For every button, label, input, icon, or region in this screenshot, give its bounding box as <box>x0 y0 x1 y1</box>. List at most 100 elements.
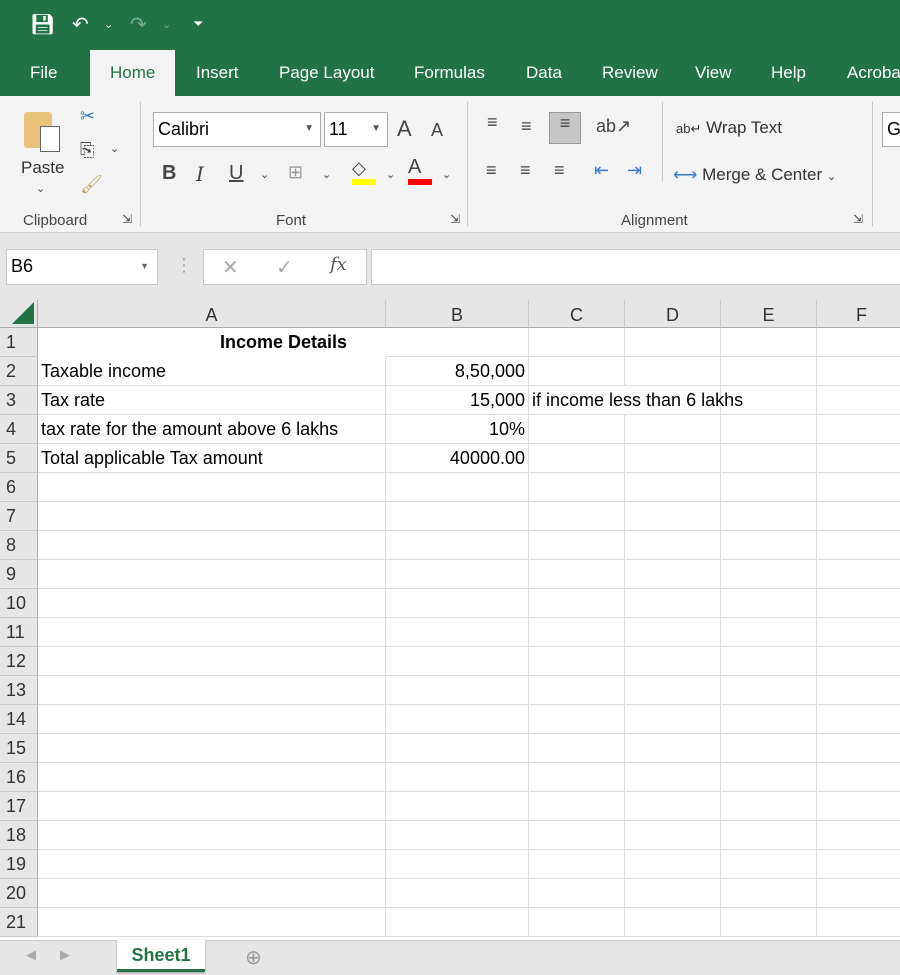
borders-icon[interactable]: ⊞ <box>288 162 303 183</box>
cell-F9[interactable] <box>817 560 900 589</box>
row-header[interactable]: 2 <box>0 357 38 386</box>
paste-dropdown-icon[interactable]: ⌄ <box>36 182 45 195</box>
column-header-D[interactable]: D <box>625 300 721 328</box>
cell-A17[interactable] <box>38 792 386 821</box>
cell-D14[interactable] <box>625 705 721 734</box>
cell-A15[interactable] <box>38 734 386 763</box>
cell-E6[interactable] <box>721 473 817 502</box>
row-header[interactable]: 1 <box>0 328 38 357</box>
copy-dropdown-icon[interactable]: ⌄ <box>110 142 119 155</box>
cell-D5[interactable] <box>625 444 721 473</box>
cell-F11[interactable] <box>817 618 900 647</box>
cell-A1[interactable]: Income Details <box>38 328 529 357</box>
tab-page-layout[interactable]: Page Layout <box>279 50 374 96</box>
row-header[interactable]: 7 <box>0 502 38 531</box>
cell-A20[interactable] <box>38 879 386 908</box>
decrease-font-size-icon[interactable]: A <box>431 120 443 141</box>
cell-B7[interactable] <box>386 502 529 531</box>
cell-C8[interactable] <box>529 531 625 560</box>
cell-D6[interactable] <box>625 473 721 502</box>
cell-F12[interactable] <box>817 647 900 676</box>
cell-C11[interactable] <box>529 618 625 647</box>
cell-E7[interactable] <box>721 502 817 531</box>
cell-B21[interactable] <box>386 908 529 937</box>
cell-B20[interactable] <box>386 879 529 908</box>
row-header[interactable]: 16 <box>0 763 38 792</box>
cell-F6[interactable] <box>817 473 900 502</box>
cell-A18[interactable] <box>38 821 386 850</box>
cell-C16[interactable] <box>529 763 625 792</box>
row-header[interactable]: 20 <box>0 879 38 908</box>
row-header[interactable]: 4 <box>0 415 38 444</box>
cell-D2[interactable] <box>625 357 721 386</box>
cell-F7[interactable] <box>817 502 900 531</box>
cell-D20[interactable] <box>625 879 721 908</box>
sheet-tab-sheet1[interactable]: Sheet1 <box>117 940 205 972</box>
cell-D9[interactable] <box>625 560 721 589</box>
cell-A21[interactable] <box>38 908 386 937</box>
name-box[interactable]: B6 ▼ <box>6 249 158 285</box>
cell-E19[interactable] <box>721 850 817 879</box>
cell-A2[interactable]: Taxable income <box>38 357 386 386</box>
cell-B13[interactable] <box>386 676 529 705</box>
cell-F17[interactable] <box>817 792 900 821</box>
insert-function-button[interactable]: fx <box>330 254 347 275</box>
tab-review[interactable]: Review <box>602 50 658 96</box>
customize-icon[interactable]: ⏷ <box>193 17 203 32</box>
cell-C12[interactable] <box>529 647 625 676</box>
column-header-C[interactable]: C <box>529 300 625 328</box>
font-size-select[interactable]: 11 ▼ <box>324 112 388 147</box>
cell-A9[interactable] <box>38 560 386 589</box>
tab-data[interactable]: Data <box>526 50 562 96</box>
cell-E4[interactable] <box>721 415 817 444</box>
tab-help[interactable]: Help <box>771 50 806 96</box>
cell-A10[interactable] <box>38 589 386 618</box>
cell-E8[interactable] <box>721 531 817 560</box>
align-center-icon[interactable]: ≡ <box>520 160 531 181</box>
paste-button[interactable]: Paste ⌄ <box>18 106 66 206</box>
cell-A3[interactable]: Tax rate <box>38 386 386 415</box>
undo-dropdown-icon[interactable]: ⌄ <box>104 18 113 31</box>
number-format-select[interactable]: G <box>882 112 900 147</box>
clipboard-launcher-icon[interactable]: ⇲ <box>122 212 132 226</box>
cell-C19[interactable] <box>529 850 625 879</box>
cell-C1[interactable] <box>529 328 625 357</box>
tab-acrobat[interactable]: Acroba <box>847 50 900 96</box>
column-header-A[interactable]: A <box>38 300 386 328</box>
cell-F16[interactable] <box>817 763 900 792</box>
row-header[interactable]: 15 <box>0 734 38 763</box>
row-header[interactable]: 6 <box>0 473 38 502</box>
tab-formulas[interactable]: Formulas <box>414 50 485 96</box>
cell-E20[interactable] <box>721 879 817 908</box>
tab-insert[interactable]: Insert <box>196 50 239 96</box>
align-right-icon[interactable]: ≡ <box>554 160 565 181</box>
cell-B3[interactable]: 15,000 <box>386 386 529 415</box>
cut-icon[interactable]: ✂ <box>80 106 95 127</box>
copy-icon[interactable]: ⎘ <box>80 140 94 161</box>
cell-F18[interactable] <box>817 821 900 850</box>
cell-E9[interactable] <box>721 560 817 589</box>
cell-D18[interactable] <box>625 821 721 850</box>
cell-E12[interactable] <box>721 647 817 676</box>
font-name-select[interactable]: Calibri ▼ <box>153 112 321 147</box>
enter-icon[interactable]: ✓ <box>276 255 293 279</box>
row-header[interactable]: 19 <box>0 850 38 879</box>
decrease-indent-icon[interactable]: ⇤ <box>594 160 609 181</box>
cell-F4[interactable] <box>817 415 900 444</box>
redo-icon[interactable]: ↷ <box>130 12 147 36</box>
cell-F8[interactable] <box>817 531 900 560</box>
save-icon[interactable]: 💾︎ <box>30 12 55 36</box>
cell-F19[interactable] <box>817 850 900 879</box>
align-top-icon[interactable]: ≡ <box>487 112 498 133</box>
cell-E1[interactable] <box>721 328 817 357</box>
cell-B8[interactable] <box>386 531 529 560</box>
cell-B4[interactable]: 10% <box>386 415 529 444</box>
cell-E10[interactable] <box>721 589 817 618</box>
row-header[interactable]: 5 <box>0 444 38 473</box>
cell-C18[interactable] <box>529 821 625 850</box>
cell-B5[interactable]: 40000.00 <box>386 444 529 473</box>
scroll-right-icon[interactable]: ▶ <box>60 948 70 963</box>
row-header[interactable]: 11 <box>0 618 38 647</box>
cell-B12[interactable] <box>386 647 529 676</box>
cell-A14[interactable] <box>38 705 386 734</box>
